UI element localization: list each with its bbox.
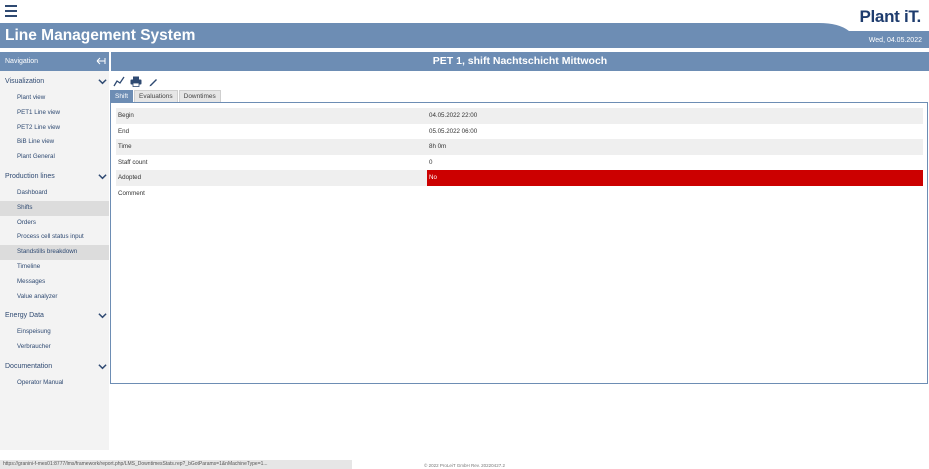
sidebar-item-verbraucher[interactable]: Verbraucher xyxy=(0,340,109,355)
tab-shift[interactable]: Shift xyxy=(110,90,134,102)
row-label: Comment xyxy=(118,189,145,197)
shift-details-panel: Begin 04.05.2022 22:00 End 05.05.2022 06… xyxy=(110,102,928,384)
table-row: Comment xyxy=(116,185,923,202)
sidebar-item-shifts[interactable]: Shifts xyxy=(0,200,109,216)
toolbar xyxy=(111,74,162,88)
sidebar-section-documentation[interactable]: Documentation xyxy=(0,358,109,376)
row-label: Staff count xyxy=(118,158,148,166)
app-title: Line Management System xyxy=(5,27,196,44)
chevron-down-icon xyxy=(98,364,107,370)
print-icon[interactable] xyxy=(128,74,144,88)
browser-status-url: https://granini-f-mes01:8777/lms/framewo… xyxy=(0,460,352,469)
table-row: Staff count 0 xyxy=(116,154,923,170)
table-row: End 05.05.2022 06:00 xyxy=(116,123,923,139)
row-value: 0 xyxy=(429,158,433,166)
header-curve-decoration xyxy=(819,23,929,31)
sidebar-item-messages[interactable]: Messages xyxy=(0,275,109,290)
chevron-down-icon xyxy=(98,174,107,180)
sidebar-item-standstills-breakdown[interactable]: Standstills breakdown xyxy=(0,245,109,260)
section-label: Documentation xyxy=(5,362,53,370)
sidebar-item-plant-view[interactable]: Plant view xyxy=(0,91,109,106)
sidebar-item-orders[interactable]: Orders xyxy=(0,216,109,231)
sidebar: Navigation Visualization Plant view PET1… xyxy=(0,52,109,450)
row-value: 8h 0m xyxy=(429,143,447,150)
section-label: Energy Data xyxy=(5,312,44,320)
collapse-sidebar-icon[interactable] xyxy=(96,56,106,68)
sidebar-item-dashboard[interactable]: Dashboard xyxy=(0,186,109,201)
row-label: Begin xyxy=(118,112,134,119)
chevron-down-icon xyxy=(98,313,107,319)
sidebar-header: Navigation xyxy=(0,52,109,71)
row-label: Adopted xyxy=(118,174,142,181)
section-label: Production lines xyxy=(5,172,55,180)
sidebar-title: Navigation xyxy=(5,58,39,65)
sidebar-section-energy-data[interactable]: Energy Data xyxy=(0,307,109,325)
table-row: Time 8h 0m xyxy=(116,139,923,155)
sidebar-item-value-analyzer[interactable]: Value analyzer xyxy=(0,290,109,305)
tab-evaluations[interactable]: Evaluations xyxy=(134,90,178,102)
sidebar-item-plant-general[interactable]: Plant General xyxy=(0,150,109,165)
row-label: End xyxy=(118,127,130,135)
edit-pencil-icon[interactable] xyxy=(145,74,161,88)
sidebar-item-einspeisung[interactable]: Einspeisung xyxy=(0,325,109,340)
shift-details-table: Begin 04.05.2022 22:00 End 05.05.2022 06… xyxy=(116,108,923,201)
header-date: Wed, 04.05.2022 xyxy=(868,37,922,44)
sidebar-item-timeline[interactable]: Timeline xyxy=(0,260,109,275)
chart-icon[interactable] xyxy=(111,74,127,88)
table-row: Adopted No xyxy=(116,170,923,186)
adopted-status-value: No xyxy=(427,170,923,186)
comment-value xyxy=(427,186,923,202)
sidebar-item-bib-line-view[interactable]: BiB Line view xyxy=(0,135,109,150)
row-label: Time xyxy=(118,143,132,150)
table-row: Begin 04.05.2022 22:00 xyxy=(116,108,923,124)
tab-bar: Shift Evaluations Downtimes xyxy=(110,90,222,102)
copyright-text: © 2022 ProLeiT GmbH Rev. 20220427.2 xyxy=(424,463,505,468)
sidebar-section-production-lines[interactable]: Production lines xyxy=(0,168,109,186)
top-bar: Plant iT. xyxy=(0,0,929,26)
page-title: PET 1, shift Nachtschicht Mittwoch xyxy=(111,52,929,71)
row-value: 04.05.2022 22:00 xyxy=(429,112,478,119)
tab-downtimes[interactable]: Downtimes xyxy=(178,90,221,102)
section-label: Visualization xyxy=(5,78,45,85)
sidebar-item-pet1-line-view[interactable]: PET1 Line view xyxy=(0,106,109,121)
sidebar-item-pet2-line-view[interactable]: PET2 Line view xyxy=(0,121,109,136)
sidebar-section-visualization[interactable]: Visualization xyxy=(0,73,109,91)
sidebar-item-process-cell-status-input[interactable]: Process cell status input xyxy=(0,230,109,245)
sidebar-item-operator-manual[interactable]: Operator Manual xyxy=(0,376,109,391)
hamburger-menu-icon[interactable] xyxy=(5,5,17,17)
row-value: 05.05.2022 06:00 xyxy=(429,127,478,135)
chevron-down-icon xyxy=(98,79,107,85)
